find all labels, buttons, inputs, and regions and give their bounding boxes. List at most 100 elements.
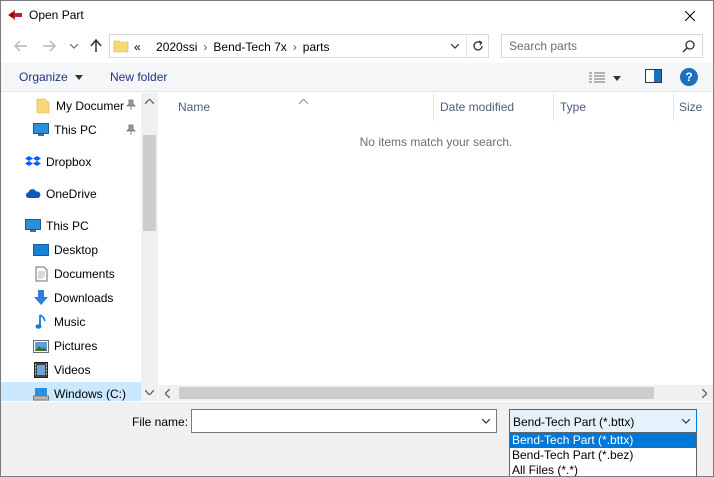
back-button[interactable] xyxy=(10,35,32,57)
column-header-type[interactable]: Type xyxy=(560,93,586,121)
download-arrow-icon xyxy=(33,290,49,306)
help-button[interactable]: ? xyxy=(680,68,698,86)
column-header-date-modified[interactable]: Date modified xyxy=(440,93,514,121)
sidebar-item-label: Windows (C:) xyxy=(54,387,127,401)
sidebar-item-this-pc[interactable]: This PC xyxy=(25,214,141,238)
sidebar-item-label: Desktop xyxy=(54,243,99,257)
chevron-up-icon xyxy=(145,99,154,104)
column-header-name[interactable]: Name xyxy=(178,93,210,121)
chevron-right-icon[interactable]: › xyxy=(197,40,213,54)
chevron-down-icon xyxy=(682,418,690,424)
refresh-button[interactable] xyxy=(466,35,488,57)
sidebar-item-desktop[interactable]: Desktop xyxy=(33,238,141,262)
chevron-right-icon[interactable]: › xyxy=(287,40,303,54)
sidebar-item-this-pc-pinned[interactable]: This PC xyxy=(33,118,141,142)
organize-button[interactable]: Organize xyxy=(19,70,84,84)
column-divider[interactable] xyxy=(433,93,434,121)
file-name-label: File name: xyxy=(132,415,189,429)
forward-arrow-icon xyxy=(43,40,56,52)
navigation-row: « 2020ssi › Bend-Tech 7x › parts xyxy=(1,31,713,61)
close-button[interactable] xyxy=(667,1,713,30)
window-title: Open Part xyxy=(29,8,84,22)
search-icon[interactable] xyxy=(682,39,696,56)
caret-down-icon xyxy=(75,75,84,81)
refresh-icon xyxy=(472,40,483,51)
scroll-thumb[interactable] xyxy=(179,387,654,399)
breadcrumb-item-2020ssi[interactable]: 2020ssi xyxy=(156,40,197,54)
breadcrumb-item-parts[interactable]: parts xyxy=(303,40,330,54)
sidebar-item-label: Music xyxy=(54,315,86,329)
folder-icon xyxy=(113,38,129,57)
scroll-right-button[interactable] xyxy=(696,385,713,401)
scroll-left-button[interactable] xyxy=(159,385,176,401)
scroll-down-button[interactable] xyxy=(141,384,158,401)
search-input[interactable] xyxy=(502,35,677,57)
breadcrumb-item-bend-tech[interactable]: Bend-Tech 7x xyxy=(213,40,286,54)
sidebar-item-label: Videos xyxy=(54,363,91,377)
sidebar-item-windows-c[interactable]: Windows (C:) xyxy=(1,382,141,401)
file-type-option-all-files[interactable]: All Files (*.*) xyxy=(510,463,696,476)
nav-scrollbar[interactable] xyxy=(141,93,158,401)
address-bar[interactable]: « 2020ssi › Bend-Tech 7x › parts xyxy=(109,34,489,58)
title-bar: Open Part xyxy=(1,1,713,30)
cloud-icon xyxy=(25,186,41,202)
search-box xyxy=(501,34,703,58)
videos-icon xyxy=(33,362,49,378)
empty-message: No items match your search. xyxy=(359,135,513,149)
organize-label: Organize xyxy=(19,70,68,84)
file-type-option-bez[interactable]: Bend-Tech Part (*.bez) xyxy=(510,448,696,463)
breadcrumb-overflow[interactable]: « xyxy=(134,40,141,54)
chevron-down-icon xyxy=(70,43,78,49)
sidebar-item-downloads[interactable]: Downloads xyxy=(33,286,141,310)
file-list: Name Date modified Type Size No items ma… xyxy=(159,93,713,385)
view-options-button[interactable] xyxy=(589,69,629,87)
up-button[interactable] xyxy=(85,35,107,57)
pin-icon[interactable] xyxy=(126,124,136,139)
scroll-up-button[interactable] xyxy=(141,93,158,110)
sidebar-item-dropbox[interactable]: Dropbox xyxy=(25,150,141,174)
file-name-combobox xyxy=(191,409,497,433)
caret-down-icon xyxy=(613,75,621,81)
file-type-selected-value: Bend-Tech Part (*.bttx) xyxy=(513,415,635,429)
computer-icon xyxy=(25,218,41,234)
sidebar-item-label: OneDrive xyxy=(46,187,97,201)
documents-icon xyxy=(33,266,49,282)
preview-pane-button[interactable] xyxy=(645,69,662,86)
pin-icon[interactable] xyxy=(126,99,136,114)
close-icon xyxy=(685,10,695,21)
forward-button[interactable] xyxy=(38,35,60,57)
file-name-dropdown-button[interactable] xyxy=(478,410,494,432)
column-header-size[interactable]: Size xyxy=(679,93,702,121)
file-type-dropdown-list: Bend-Tech Part (*.bttx) Bend-Tech Part (… xyxy=(509,432,697,476)
file-name-input[interactable] xyxy=(192,410,477,432)
app-logo-icon xyxy=(7,7,23,23)
sidebar-item-label: Dropbox xyxy=(46,155,92,169)
sidebar-item-documents[interactable]: Documents xyxy=(33,262,141,286)
file-type-dropdown-button[interactable] xyxy=(679,410,693,432)
file-type-select[interactable]: Bend-Tech Part (*.bttx) xyxy=(509,409,697,433)
column-divider[interactable] xyxy=(673,93,674,121)
music-note-icon xyxy=(33,314,49,330)
recent-locations-button[interactable] xyxy=(63,35,85,57)
sidebar-item-label: Documents xyxy=(54,267,115,281)
sidebar-item-music[interactable]: Music xyxy=(33,310,141,334)
breadcrumb-separator xyxy=(141,40,156,54)
scroll-thumb[interactable] xyxy=(143,135,156,231)
breadcrumb: « 2020ssi › Bend-Tech 7x › parts xyxy=(134,40,329,54)
desktop-icon xyxy=(33,242,49,258)
pictures-icon xyxy=(33,338,49,354)
chevron-left-icon xyxy=(165,388,170,398)
sidebar-item-pictures[interactable]: Pictures xyxy=(33,334,141,358)
file-type-option-bttx[interactable]: Bend-Tech Part (*.bttx) xyxy=(510,433,696,448)
computer-icon xyxy=(33,122,49,138)
sidebar-item-videos[interactable]: Videos xyxy=(33,358,141,382)
chevron-down-icon xyxy=(451,43,459,49)
sidebar-item-onedrive[interactable]: OneDrive xyxy=(25,182,141,206)
address-dropdown-button[interactable] xyxy=(446,35,464,57)
sort-ascending-icon xyxy=(298,93,309,107)
horizontal-scrollbar[interactable] xyxy=(159,385,713,401)
column-divider[interactable] xyxy=(553,93,554,121)
new-folder-button[interactable]: New folder xyxy=(110,70,167,84)
details-view-icon xyxy=(589,72,605,83)
open-part-dialog: Open Part « 2020ssi › Bend-Tech 7x › par… xyxy=(0,0,714,477)
